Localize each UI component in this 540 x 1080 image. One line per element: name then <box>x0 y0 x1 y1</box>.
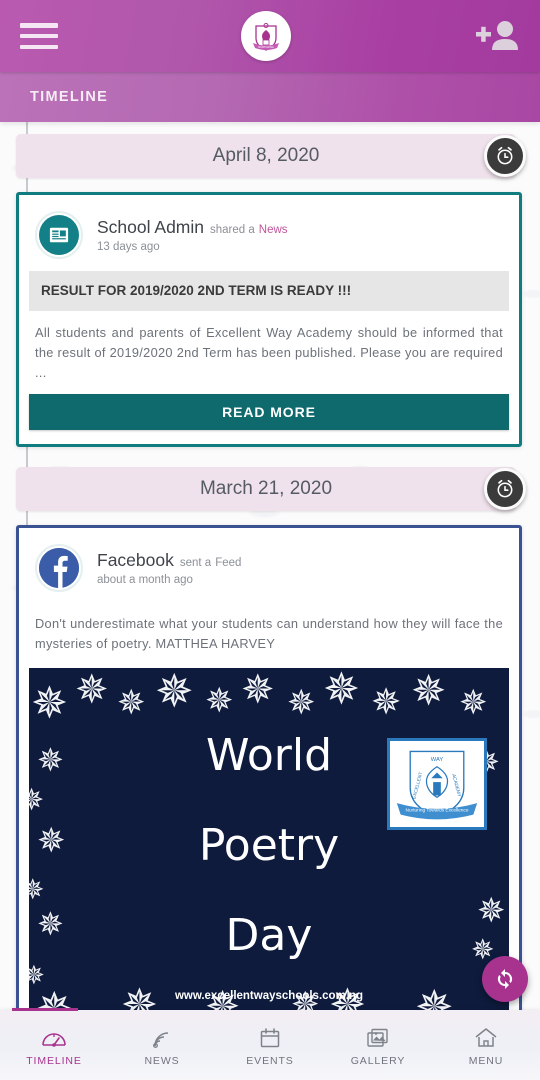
alarm-clock-icon[interactable] <box>484 468 526 511</box>
alarm-clock-glyph <box>497 146 513 165</box>
post-header: School Admin shared a News 13 days ago <box>19 195 519 269</box>
post-action: sent a <box>179 557 212 570</box>
star-decoration: ✵ <box>459 684 488 723</box>
nav-item-news[interactable]: NEWS <box>108 1010 216 1080</box>
facebook-icon <box>39 548 79 589</box>
star-decoration: ✵ <box>205 682 234 721</box>
add-person-glyph <box>476 21 518 50</box>
date-banner: March 21, 2020 <box>16 467 516 512</box>
speedometer-icon <box>42 1033 66 1047</box>
star-decoration: ✵ <box>31 679 68 729</box>
poster-title-line3: Day <box>225 910 313 962</box>
avatar <box>35 211 83 259</box>
newspaper-glyph <box>49 227 69 243</box>
timeline-feed[interactable]: April 8, 2020 School Admin shared a News… <box>0 122 540 1010</box>
nav-label-timeline: TIMELINE <box>26 1055 82 1067</box>
star-decoration: ✵ <box>29 874 45 906</box>
star-decoration: ✵ <box>241 668 275 713</box>
add-person-icon[interactable] <box>474 17 520 55</box>
post-timestamp: about a month ago <box>97 574 193 587</box>
post-author: School Admin <box>97 217 205 237</box>
star-decoration: ✵ <box>371 681 402 723</box>
nav-item-gallery[interactable]: GALLERY <box>324 1010 432 1080</box>
date-banner: April 8, 2020 <box>16 134 516 178</box>
nav-label-gallery: GALLERY <box>350 1055 406 1067</box>
date-group-header: March 21, 2020 <box>0 447 540 512</box>
date-group-header: April 8, 2020 <box>0 122 540 178</box>
section-title: TIMELINE <box>30 89 109 105</box>
section-tab-bar: TIMELINE <box>0 72 540 122</box>
calendar-icon <box>260 1028 280 1048</box>
post-body-text: Don't underestimate what your students c… <box>35 616 503 652</box>
school-crest-logo[interactable]: NURTURING <box>241 11 291 61</box>
star-decoration: ✵ <box>323 668 360 715</box>
rss-feed-icon <box>153 1032 169 1048</box>
nav-label-events: EVENTS <box>246 1055 294 1067</box>
nav-item-menu[interactable]: MENU <box>432 1010 540 1080</box>
read-more-button[interactable]: READ MORE <box>29 394 509 431</box>
star-decoration: ✵ <box>29 784 45 818</box>
home-icon <box>475 1028 497 1047</box>
facebook-glyph <box>39 548 79 589</box>
nav-label-news: NEWS <box>144 1055 180 1067</box>
newspaper-icon <box>39 215 79 255</box>
post-title-bar: RESULT FOR 2019/2020 2ND TERM IS READY !… <box>29 271 509 311</box>
post-author: Facebook <box>97 550 174 571</box>
alarm-clock-icon[interactable] <box>484 135 526 177</box>
school-crest-logo-icon: NURTURING <box>246 16 286 56</box>
nav-item-timeline[interactable]: TIMELINE <box>0 1008 108 1080</box>
post-meta: School Admin shared a News 13 days ago <box>97 217 503 253</box>
star-decoration: ✵ <box>75 668 109 713</box>
active-tab-indicator <box>12 1008 78 1011</box>
svg-text:NURTURING: NURTURING <box>258 45 274 49</box>
nav-item-events[interactable]: EVENTS <box>216 1010 324 1080</box>
post-title: RESULT FOR 2019/2020 2ND TERM IS READY !… <box>41 283 352 298</box>
bottom-navigation-bar: TIMELINE NEWS EVENTS GALLERY MENU <box>0 1008 540 1080</box>
nav-label-menu: MENU <box>468 1055 504 1067</box>
post-timestamp: 13 days ago <box>97 241 160 253</box>
alarm-clock-glyph <box>497 480 513 498</box>
refresh-sync-icon <box>497 969 513 989</box>
post-action: shared a <box>210 224 255 236</box>
post-body-text: All students and parents of Excellent Wa… <box>35 325 503 380</box>
app-header: NURTURING <box>0 0 540 72</box>
svg-text:WAY: WAY <box>431 757 444 763</box>
post-header: Facebook sent a Feed about a month ago <box>19 528 519 602</box>
poster-website-url: www.excellentwayschools.com.ng <box>174 990 364 1003</box>
photos-icon <box>367 1028 388 1047</box>
hamburger-menu-icon[interactable] <box>20 23 58 49</box>
timeline-post-card[interactable]: School Admin shared a News 13 days ago R… <box>16 192 522 448</box>
avatar <box>35 544 83 593</box>
post-kind[interactable]: News <box>259 224 288 236</box>
star-decoration: ✵ <box>117 684 146 723</box>
svg-text:Nurturing Towards Excellence: Nurturing Towards Excellence <box>406 808 469 814</box>
star-decoration: ✵ <box>155 668 194 718</box>
timeline-post-card[interactable]: Facebook sent a Feed about a month ago D… <box>16 525 522 1010</box>
star-decoration: ✵ <box>287 684 316 723</box>
post-image[interactable]: ✵ ✵ ✵ ✵ ✵ ✵ ✵ ✵ ✵ ✵ ✵ ✵ ✵ ✵ ✵ ✵ ✵ ✵ ✵ ✵ … <box>29 668 509 1010</box>
date-label: April 8, 2020 <box>212 145 320 166</box>
refresh-fab-button[interactable] <box>482 956 528 1002</box>
school-crest-badge: WAY EXCELLENT ACADEMY Nurturing Towards … <box>387 738 487 831</box>
star-decoration: ✵ <box>411 668 447 715</box>
school-crest-glyph: WAY EXCELLENT ACADEMY Nurturing Towards … <box>396 750 478 820</box>
post-kind: Feed <box>215 557 242 570</box>
date-label: March 21, 2020 <box>199 478 333 500</box>
post-meta: Facebook sent a Feed about a month ago <box>97 550 503 586</box>
